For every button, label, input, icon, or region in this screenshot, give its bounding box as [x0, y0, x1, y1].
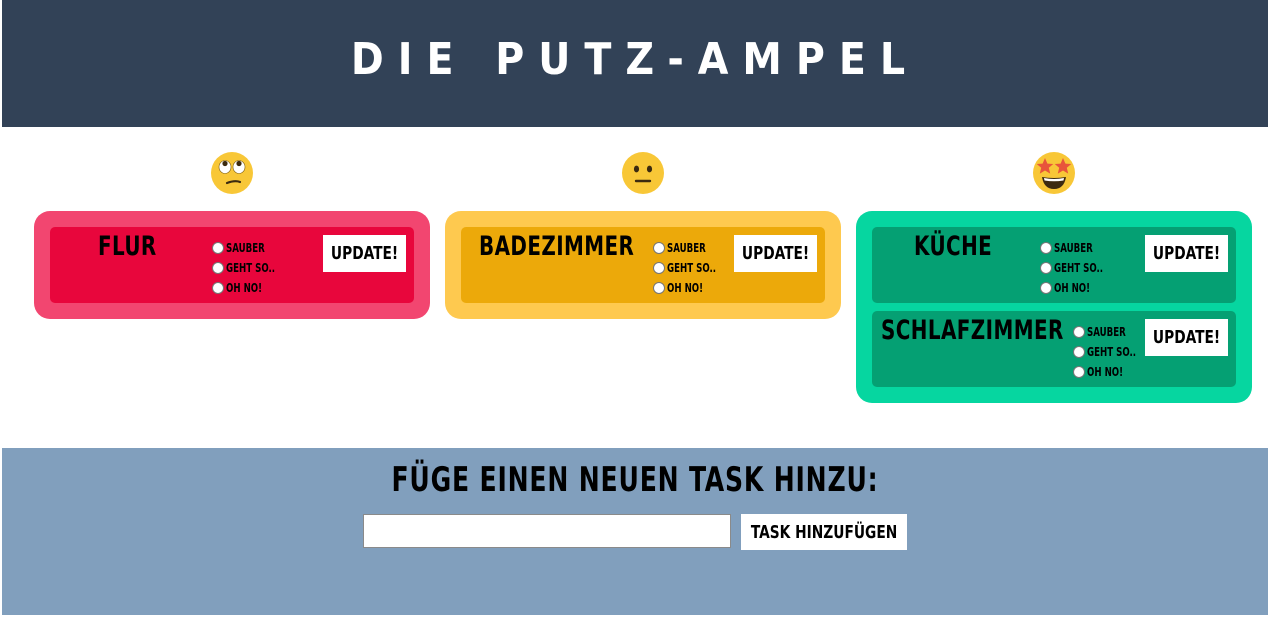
- status-options: SAUBER GEHT SO.. OH NO!: [1073, 322, 1148, 382]
- radio-button[interactable]: [1040, 282, 1052, 294]
- status-column-green: KÜCHE SAUBER GEHT SO.. OH NO! UPDATE! SC…: [856, 145, 1252, 403]
- task-panel: FLUR SAUBER GEHT SO.. OH NO! UPDATE!: [34, 211, 430, 319]
- task-panel: BADEZIMMER SAUBER GEHT SO.. OH NO! UPDAT…: [445, 211, 841, 319]
- radio-button[interactable]: [212, 262, 224, 274]
- task-name: SCHLAFZIMMER: [881, 315, 1064, 346]
- radio-button[interactable]: [1073, 366, 1085, 378]
- update-button[interactable]: UPDATE!: [323, 235, 406, 272]
- radio-button[interactable]: [1040, 242, 1052, 254]
- page-title: DIE PUTZ-AMPEL: [350, 34, 920, 85]
- face-with-rolling-eyes-icon: [211, 152, 253, 194]
- status-options: SAUBER GEHT SO.. OH NO!: [1040, 238, 1115, 298]
- task-card-kueche: KÜCHE SAUBER GEHT SO.. OH NO! UPDATE!: [872, 227, 1236, 303]
- option-geht-so[interactable]: GEHT SO..: [653, 258, 728, 278]
- option-oh-no[interactable]: OH NO!: [1040, 278, 1115, 298]
- neutral-face-icon: [622, 152, 664, 194]
- option-sauber[interactable]: SAUBER: [653, 238, 728, 258]
- radio-button[interactable]: [653, 262, 665, 274]
- update-button[interactable]: UPDATE!: [734, 235, 817, 272]
- task-name: FLUR: [98, 231, 157, 262]
- option-oh-no[interactable]: OH NO!: [653, 278, 728, 298]
- option-sauber[interactable]: SAUBER: [212, 238, 287, 258]
- star-struck-face-icon: [1033, 152, 1075, 194]
- task-panel: KÜCHE SAUBER GEHT SO.. OH NO! UPDATE! SC…: [856, 211, 1252, 403]
- status-options: SAUBER GEHT SO.. OH NO!: [212, 238, 287, 298]
- radio-button[interactable]: [1073, 346, 1085, 358]
- radio-button[interactable]: [212, 242, 224, 254]
- task-name: KÜCHE: [914, 231, 993, 262]
- task-card-schlafzimmer: SCHLAFZIMMER SAUBER GEHT SO.. OH NO! UPD…: [872, 311, 1236, 387]
- radio-button[interactable]: [653, 282, 665, 294]
- task-card-flur: FLUR SAUBER GEHT SO.. OH NO! UPDATE!: [50, 227, 414, 303]
- option-geht-so[interactable]: GEHT SO..: [212, 258, 287, 278]
- radio-button[interactable]: [653, 242, 665, 254]
- option-sauber[interactable]: SAUBER: [1073, 322, 1148, 342]
- add-task-button[interactable]: TASK HINZUFÜGEN: [741, 514, 907, 550]
- task-card-badezimmer: BADEZIMMER SAUBER GEHT SO.. OH NO! UPDAT…: [461, 227, 825, 303]
- add-task-heading: FÜGE EINEN NEUEN TASK HINZU:: [391, 460, 879, 500]
- option-oh-no[interactable]: OH NO!: [212, 278, 287, 298]
- update-button[interactable]: UPDATE!: [1145, 235, 1228, 272]
- status-column-red: FLUR SAUBER GEHT SO.. OH NO! UPDATE!: [34, 145, 430, 319]
- status-options: SAUBER GEHT SO.. OH NO!: [653, 238, 728, 298]
- option-geht-so[interactable]: GEHT SO..: [1040, 258, 1115, 278]
- option-sauber[interactable]: SAUBER: [1040, 238, 1115, 258]
- task-name: BADEZIMMER: [479, 231, 635, 262]
- radio-button[interactable]: [1040, 262, 1052, 274]
- radio-button[interactable]: [212, 282, 224, 294]
- option-oh-no[interactable]: OH NO!: [1073, 362, 1148, 382]
- radio-button[interactable]: [1073, 326, 1085, 338]
- status-column-yellow: BADEZIMMER SAUBER GEHT SO.. OH NO! UPDAT…: [445, 145, 841, 319]
- option-geht-so[interactable]: GEHT SO..: [1073, 342, 1148, 362]
- header: DIE PUTZ-AMPEL: [2, 0, 1268, 127]
- add-task-section: FÜGE EINEN NEUEN TASK HINZU: TASK HINZUF…: [2, 448, 1268, 615]
- update-button[interactable]: UPDATE!: [1145, 319, 1228, 356]
- new-task-input[interactable]: [363, 514, 731, 548]
